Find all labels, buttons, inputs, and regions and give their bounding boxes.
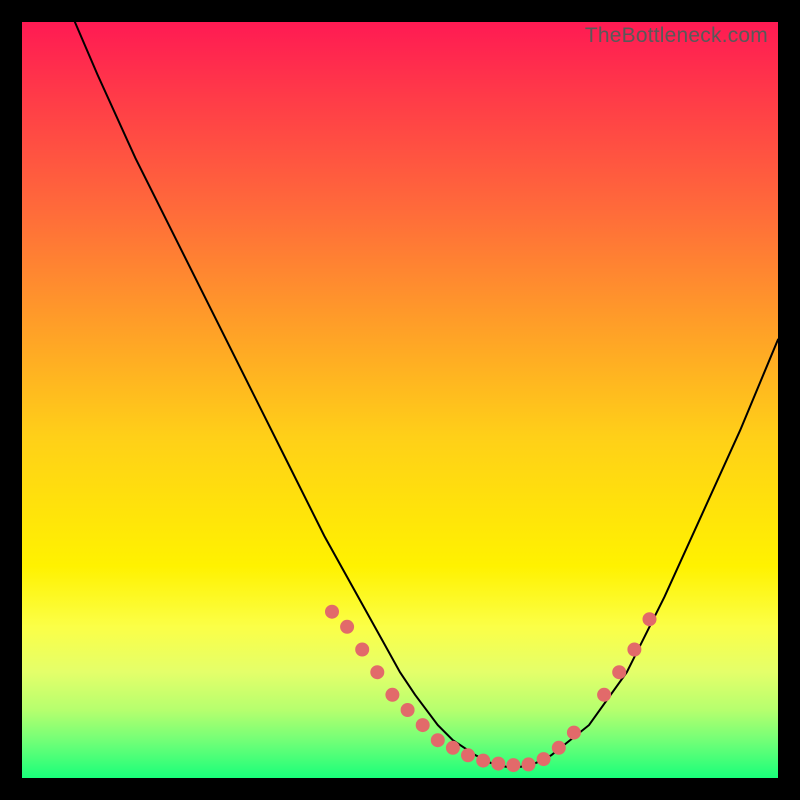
fit-dot	[492, 757, 505, 770]
fit-dot	[371, 666, 384, 679]
fit-dot	[431, 734, 444, 747]
fit-dot	[326, 605, 339, 618]
fit-dot	[446, 741, 459, 754]
fit-dot	[462, 749, 475, 762]
fit-dot	[613, 666, 626, 679]
fit-dot	[552, 741, 565, 754]
fit-dot	[416, 719, 429, 732]
fit-dot	[522, 758, 535, 771]
fit-region-dots	[326, 605, 657, 771]
fit-dot	[628, 643, 641, 656]
fit-dot	[477, 754, 490, 767]
fit-dot	[356, 643, 369, 656]
chart-svg	[22, 22, 778, 778]
fit-dot	[341, 620, 354, 633]
chart-plot-area: TheBottleneck.com	[22, 22, 778, 778]
chart-frame: TheBottleneck.com	[0, 0, 800, 800]
fit-dot	[401, 704, 414, 717]
fit-dot	[537, 753, 550, 766]
bottleneck-curve	[75, 22, 778, 767]
fit-dot	[507, 759, 520, 772]
fit-dot	[386, 688, 399, 701]
fit-dot	[598, 688, 611, 701]
fit-dot	[567, 726, 580, 739]
fit-dot	[643, 613, 656, 626]
